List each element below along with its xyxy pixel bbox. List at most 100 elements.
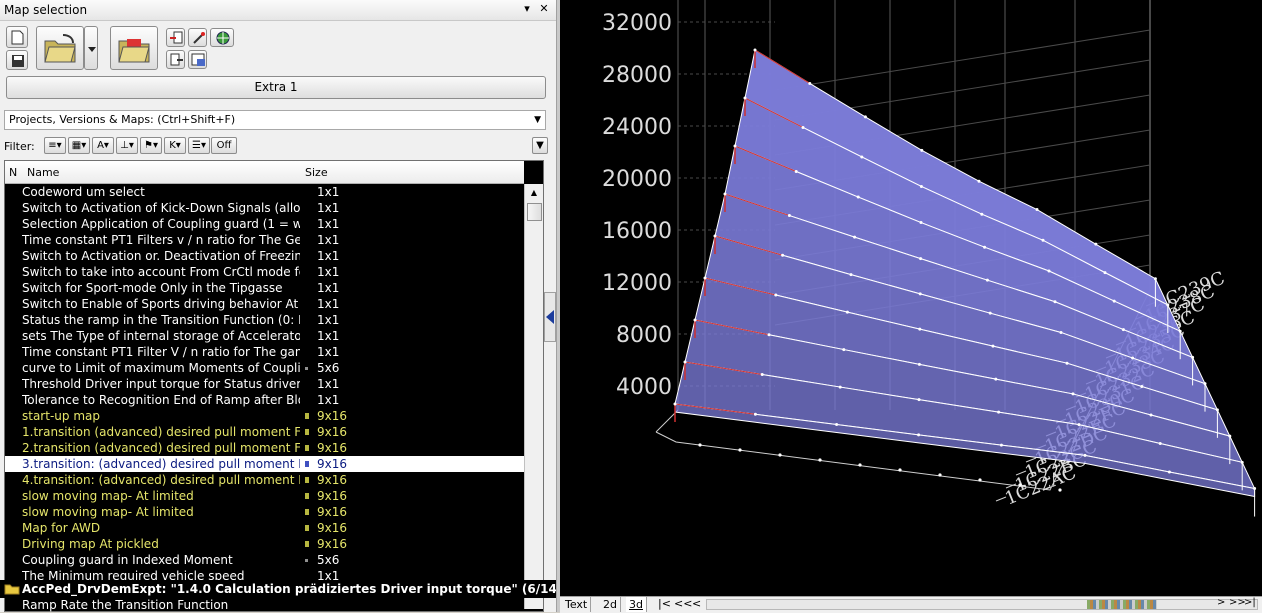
list-item[interactable]: Time constant PT1 Filters v / n ratio fo… bbox=[5, 232, 524, 248]
list-item[interactable]: curve to Limit of maximum Moments of Cou… bbox=[5, 360, 524, 376]
map-type-icon bbox=[305, 509, 309, 515]
z-tick-label: 24000 bbox=[602, 115, 672, 140]
properties-button[interactable] bbox=[188, 50, 207, 69]
import-button[interactable] bbox=[166, 28, 185, 47]
filter-flag-button[interactable]: ⚑▾ bbox=[140, 137, 162, 154]
map-type-icon bbox=[305, 429, 309, 435]
surface-node bbox=[1140, 385, 1144, 389]
horizontal-scrollbar[interactable]: > >> >| bbox=[706, 597, 1258, 610]
list-item[interactable]: 2.transition (advanced) desired pull mom… bbox=[5, 440, 524, 456]
surface-plot[interactable]: 320002800024000200001600012000800040001C… bbox=[560, 0, 1262, 596]
projects-combo[interactable]: Projects, Versions & Maps: (Ctrl+Shift+F… bbox=[4, 110, 546, 130]
surface-node bbox=[723, 192, 727, 196]
list-item[interactable]: Switch to Enable of Sports driving behav… bbox=[5, 296, 524, 312]
surface-node bbox=[845, 310, 849, 314]
list-item[interactable]: Codeword um select 1x1 bbox=[5, 184, 524, 200]
list-item[interactable]: Map for AWD 9x16 bbox=[5, 520, 524, 536]
list-item[interactable]: 1.transition (advanced) desired pull mom… bbox=[5, 424, 524, 440]
list-item[interactable]: sets The Type of internal storage of Acc… bbox=[5, 328, 524, 344]
list-item-size: 1x1 bbox=[317, 217, 340, 231]
nav-prev-page-icon[interactable]: << bbox=[674, 597, 692, 610]
filter-k-button[interactable]: K▾ bbox=[164, 137, 186, 154]
list-item[interactable]: Ramp Rate the Transition Function bbox=[22, 598, 228, 612]
filter-list-button[interactable]: ☰▾ bbox=[188, 137, 210, 154]
list-item[interactable]: Switch to take into account From CrCtl m… bbox=[5, 264, 524, 280]
chevron-left-icon bbox=[546, 310, 554, 324]
floor-node bbox=[858, 463, 862, 467]
surface-node bbox=[999, 443, 1003, 447]
filter-expand-button[interactable]: ▼ bbox=[532, 137, 548, 154]
column-header-n[interactable]: N bbox=[9, 166, 17, 179]
surface-node bbox=[920, 148, 924, 152]
list-item[interactable]: Threshold Driver input torque for Status… bbox=[5, 376, 524, 392]
tab-text[interactable]: Text bbox=[562, 597, 592, 612]
list-item-size: 9x16 bbox=[317, 473, 348, 487]
chevron-down-icon: ▼ bbox=[536, 140, 544, 151]
surface-node bbox=[753, 48, 757, 52]
open-project-button[interactable] bbox=[110, 26, 158, 70]
pin-icon[interactable]: ▾ bbox=[520, 2, 534, 16]
list-item[interactable]: Switch for Sport-mode Only in the Tipgas… bbox=[5, 280, 524, 296]
column-header-name[interactable]: Name bbox=[27, 166, 59, 179]
list-item[interactable]: 3.transition: (advanced) desired pull mo… bbox=[5, 456, 524, 472]
surface-node bbox=[808, 81, 812, 85]
map-type-icon bbox=[305, 477, 309, 483]
surface-node bbox=[835, 423, 839, 427]
list-item[interactable]: Time constant PT1 Filter V / n ratio for… bbox=[5, 344, 524, 360]
list-item[interactable]: Selection Application of Coupling guard … bbox=[5, 216, 524, 232]
list-item[interactable]: slow moving map- At limited 9x16 bbox=[5, 488, 524, 504]
open-button[interactable] bbox=[36, 26, 84, 70]
group-row[interactable]: AccPed_DrvDemExpt: "1.4.0 Calculation pr… bbox=[0, 580, 556, 598]
open-dropdown-button[interactable] bbox=[84, 26, 98, 70]
nav-prev-icon[interactable]: < bbox=[692, 597, 701, 610]
import-icon bbox=[170, 31, 183, 44]
filter-text-button[interactable]: A▾ bbox=[92, 137, 114, 154]
filter-size-button[interactable]: ▦▾ bbox=[68, 137, 90, 154]
grid-line bbox=[774, 29, 1151, 91]
surface-node bbox=[980, 212, 984, 216]
tab-2d[interactable]: 2d bbox=[600, 597, 621, 612]
surface-node bbox=[1149, 413, 1153, 417]
close-icon[interactable]: ✕ bbox=[537, 2, 551, 16]
surface-node bbox=[919, 184, 923, 188]
extra-1-button[interactable]: Extra 1 bbox=[6, 76, 546, 99]
list-item[interactable]: Coupling guard in Indexed Moment 5x6 bbox=[5, 552, 524, 568]
filter-off-button[interactable]: Off bbox=[211, 137, 237, 154]
surface-node bbox=[760, 373, 764, 377]
collapse-panel-button[interactable] bbox=[544, 292, 556, 342]
network-button[interactable] bbox=[210, 28, 234, 47]
list-item[interactable]: Tolerance to Recognition End of Ramp aft… bbox=[5, 392, 524, 408]
surface-node bbox=[787, 214, 791, 218]
list-item[interactable]: Driving map At pickled 9x16 bbox=[5, 536, 524, 552]
list-item[interactable]: Switch to Activation of Kick-Down Signal… bbox=[5, 200, 524, 216]
scroll-thumb[interactable] bbox=[1087, 600, 1157, 609]
nav-next-icon[interactable]: > bbox=[1217, 597, 1225, 608]
scroll-up-icon[interactable]: ▲ bbox=[525, 184, 543, 202]
nav-last-icon[interactable]: >| bbox=[1244, 597, 1256, 608]
list-item[interactable]: Switch to Activation or. Deactivation of… bbox=[5, 248, 524, 264]
list-item[interactable]: 4.transition: (advanced) desired pull mo… bbox=[5, 472, 524, 488]
scroll-thumb[interactable] bbox=[527, 203, 542, 221]
list-item-size: 1x1 bbox=[317, 393, 340, 407]
surface-node bbox=[1158, 441, 1162, 445]
column-header-size[interactable]: Size bbox=[305, 166, 328, 179]
new-button[interactable] bbox=[6, 26, 28, 48]
group-row-label: AccPed_DrvDemExpt: "1.4.0 Calculation pr… bbox=[22, 582, 556, 596]
export-button[interactable] bbox=[166, 50, 185, 69]
nav-first-icon[interactable]: |< bbox=[658, 597, 671, 610]
chevron-down-icon bbox=[88, 47, 96, 52]
list-item[interactable]: start-up map 9x16 bbox=[5, 408, 524, 424]
list-scrollbar[interactable]: ▲ bbox=[524, 184, 543, 609]
list-item[interactable]: slow moving map- At limited 9x16 bbox=[5, 504, 524, 520]
tools-button[interactable] bbox=[188, 28, 207, 47]
list-item-size: 1x1 bbox=[317, 345, 340, 359]
tab-3d[interactable]: 3d bbox=[626, 597, 647, 612]
list-item-size: 1x1 bbox=[317, 185, 340, 199]
save-button[interactable] bbox=[6, 50, 28, 70]
chevron-down-icon: ▼ bbox=[534, 115, 541, 125]
list-item-name: Threshold Driver input torque for Status… bbox=[22, 377, 300, 391]
export-icon bbox=[170, 53, 183, 66]
list-item[interactable]: Status the ramp in the Transition Functi… bbox=[5, 312, 524, 328]
filter-type-button[interactable]: ≡▾ bbox=[44, 137, 66, 154]
filter-unit-button[interactable]: ⊥▾ bbox=[116, 137, 138, 154]
